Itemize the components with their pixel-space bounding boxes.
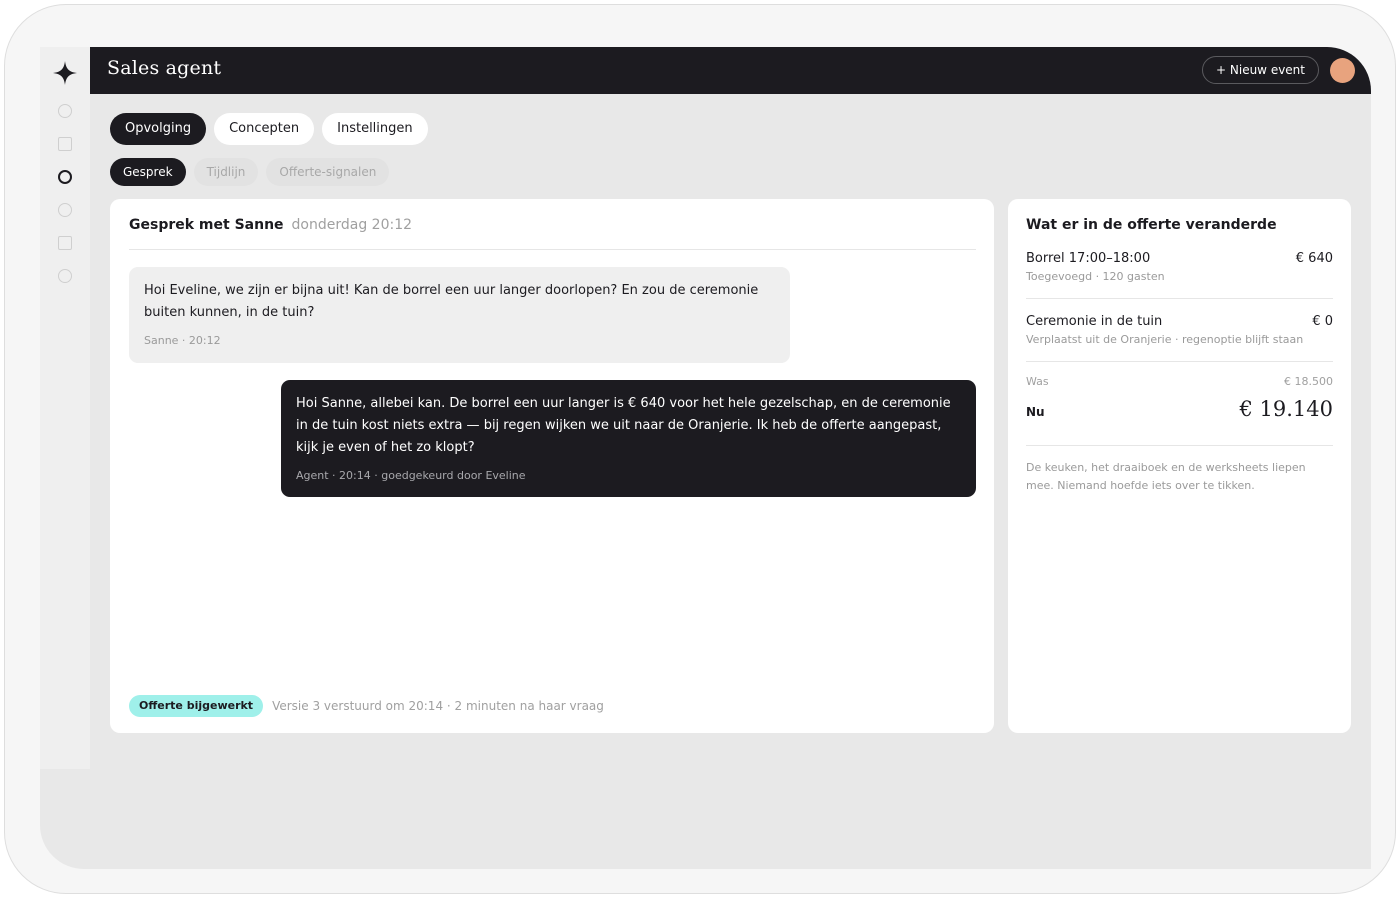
divider — [1026, 361, 1333, 362]
version-note: Versie 3 verstuurd om 20:14 · 2 minuten … — [272, 699, 604, 713]
rail-item-circle-icon[interactable] — [58, 203, 72, 217]
message-meta: Agent · 20:14 · goedgekeurd door Eveline — [296, 469, 526, 482]
incoming-message: Hoi Eveline, we zijn er bijna uit! Kan d… — [129, 267, 790, 363]
divider — [1026, 298, 1333, 299]
current-total-label: Nu — [1026, 405, 1045, 419]
status-badge: Offerte bijgewerkt — [129, 695, 264, 717]
avatar[interactable] — [1330, 58, 1355, 83]
conversation-header: Gesprek met Sanne donderdag 20:12 — [129, 217, 976, 250]
conversation-title: Gesprek met Sanne — [129, 217, 284, 233]
tab-concepten[interactable]: Concepten — [214, 113, 315, 145]
quote-changes-title: Wat er in de offerte veranderde — [1026, 217, 1277, 233]
change-item: Ceremonie in de tuin € 0 Verplaatst uit … — [1026, 314, 1333, 346]
new-event-button[interactable]: + Nieuw event — [1202, 56, 1319, 84]
tab-instellingen[interactable]: Instellingen — [322, 113, 428, 145]
change-name: Borrel 17:00–18:00 — [1026, 251, 1151, 266]
subtab-offerte-signalen[interactable]: Offerte-signalen — [266, 158, 390, 186]
change-detail: Verplaatst uit de Oranjerie · regenoptie… — [1026, 333, 1304, 346]
rail-item-square-icon[interactable] — [58, 137, 72, 151]
sparkle-icon[interactable] — [52, 60, 78, 86]
change-item: Borrel 17:00–18:00 € 640 Toegevoegd · 12… — [1026, 251, 1333, 283]
conversation-time: donderdag 20:12 — [291, 217, 413, 233]
subtab-tijdlijn[interactable]: Tijdlijn — [193, 158, 259, 186]
sub-tabs: Gesprek Tijdlijn Offerte-signalen — [110, 158, 390, 186]
nav-rail — [40, 47, 90, 769]
change-amount: € 0 — [1312, 314, 1333, 329]
divider — [1026, 445, 1333, 446]
top-bar: Sales agent + Nieuw event — [90, 47, 1371, 94]
tab-opvolging[interactable]: Opvolging — [110, 113, 207, 145]
conversation-footer: Offerte bijgewerkt Versie 3 verstuurd om… — [129, 695, 604, 717]
quote-changes-card: Wat er in de offerte veranderde Borrel 1… — [1008, 199, 1351, 733]
outgoing-message: Hoi Sanne, allebei kan. De borrel een uu… — [281, 380, 976, 497]
conversation-card: Gesprek met Sanne donderdag 20:12 Hoi Eve… — [110, 199, 994, 733]
device-frame: Sales agent + Nieuw event Opvolging Conc… — [4, 4, 1396, 894]
current-total-row: Nu € 19.140 — [1026, 397, 1333, 421]
message-text: Hoi Eveline, we zijn er bijna uit! Kan d… — [144, 283, 759, 320]
message-text: Hoi Sanne, allebei kan. De borrel een uu… — [296, 396, 951, 455]
rail-item-circle-icon[interactable] — [58, 269, 72, 283]
app-title: Sales agent — [107, 57, 222, 79]
rail-item-active-circle-icon[interactable] — [58, 170, 72, 184]
rail-item-square-icon[interactable] — [58, 236, 72, 250]
current-total-value: € 19.140 — [1239, 397, 1333, 421]
app-screen: Sales agent + Nieuw event Opvolging Conc… — [40, 47, 1371, 869]
previous-total-label: Was — [1026, 375, 1049, 388]
main-tabs: Opvolging Concepten Instellingen — [110, 113, 428, 145]
previous-total-value: € 18.500 — [1284, 375, 1333, 388]
subtab-gesprek[interactable]: Gesprek — [110, 158, 186, 186]
change-detail: Toegevoegd · 120 gasten — [1026, 270, 1165, 283]
rail-item-circle-icon[interactable] — [58, 104, 72, 118]
message-meta: Sanne · 20:12 — [144, 334, 221, 347]
change-amount: € 640 — [1295, 251, 1333, 266]
previous-total-row: Was € 18.500 — [1026, 375, 1333, 388]
sync-note: De keuken, het draaiboek en de werksheet… — [1026, 461, 1306, 492]
change-name: Ceremonie in de tuin — [1026, 314, 1163, 329]
